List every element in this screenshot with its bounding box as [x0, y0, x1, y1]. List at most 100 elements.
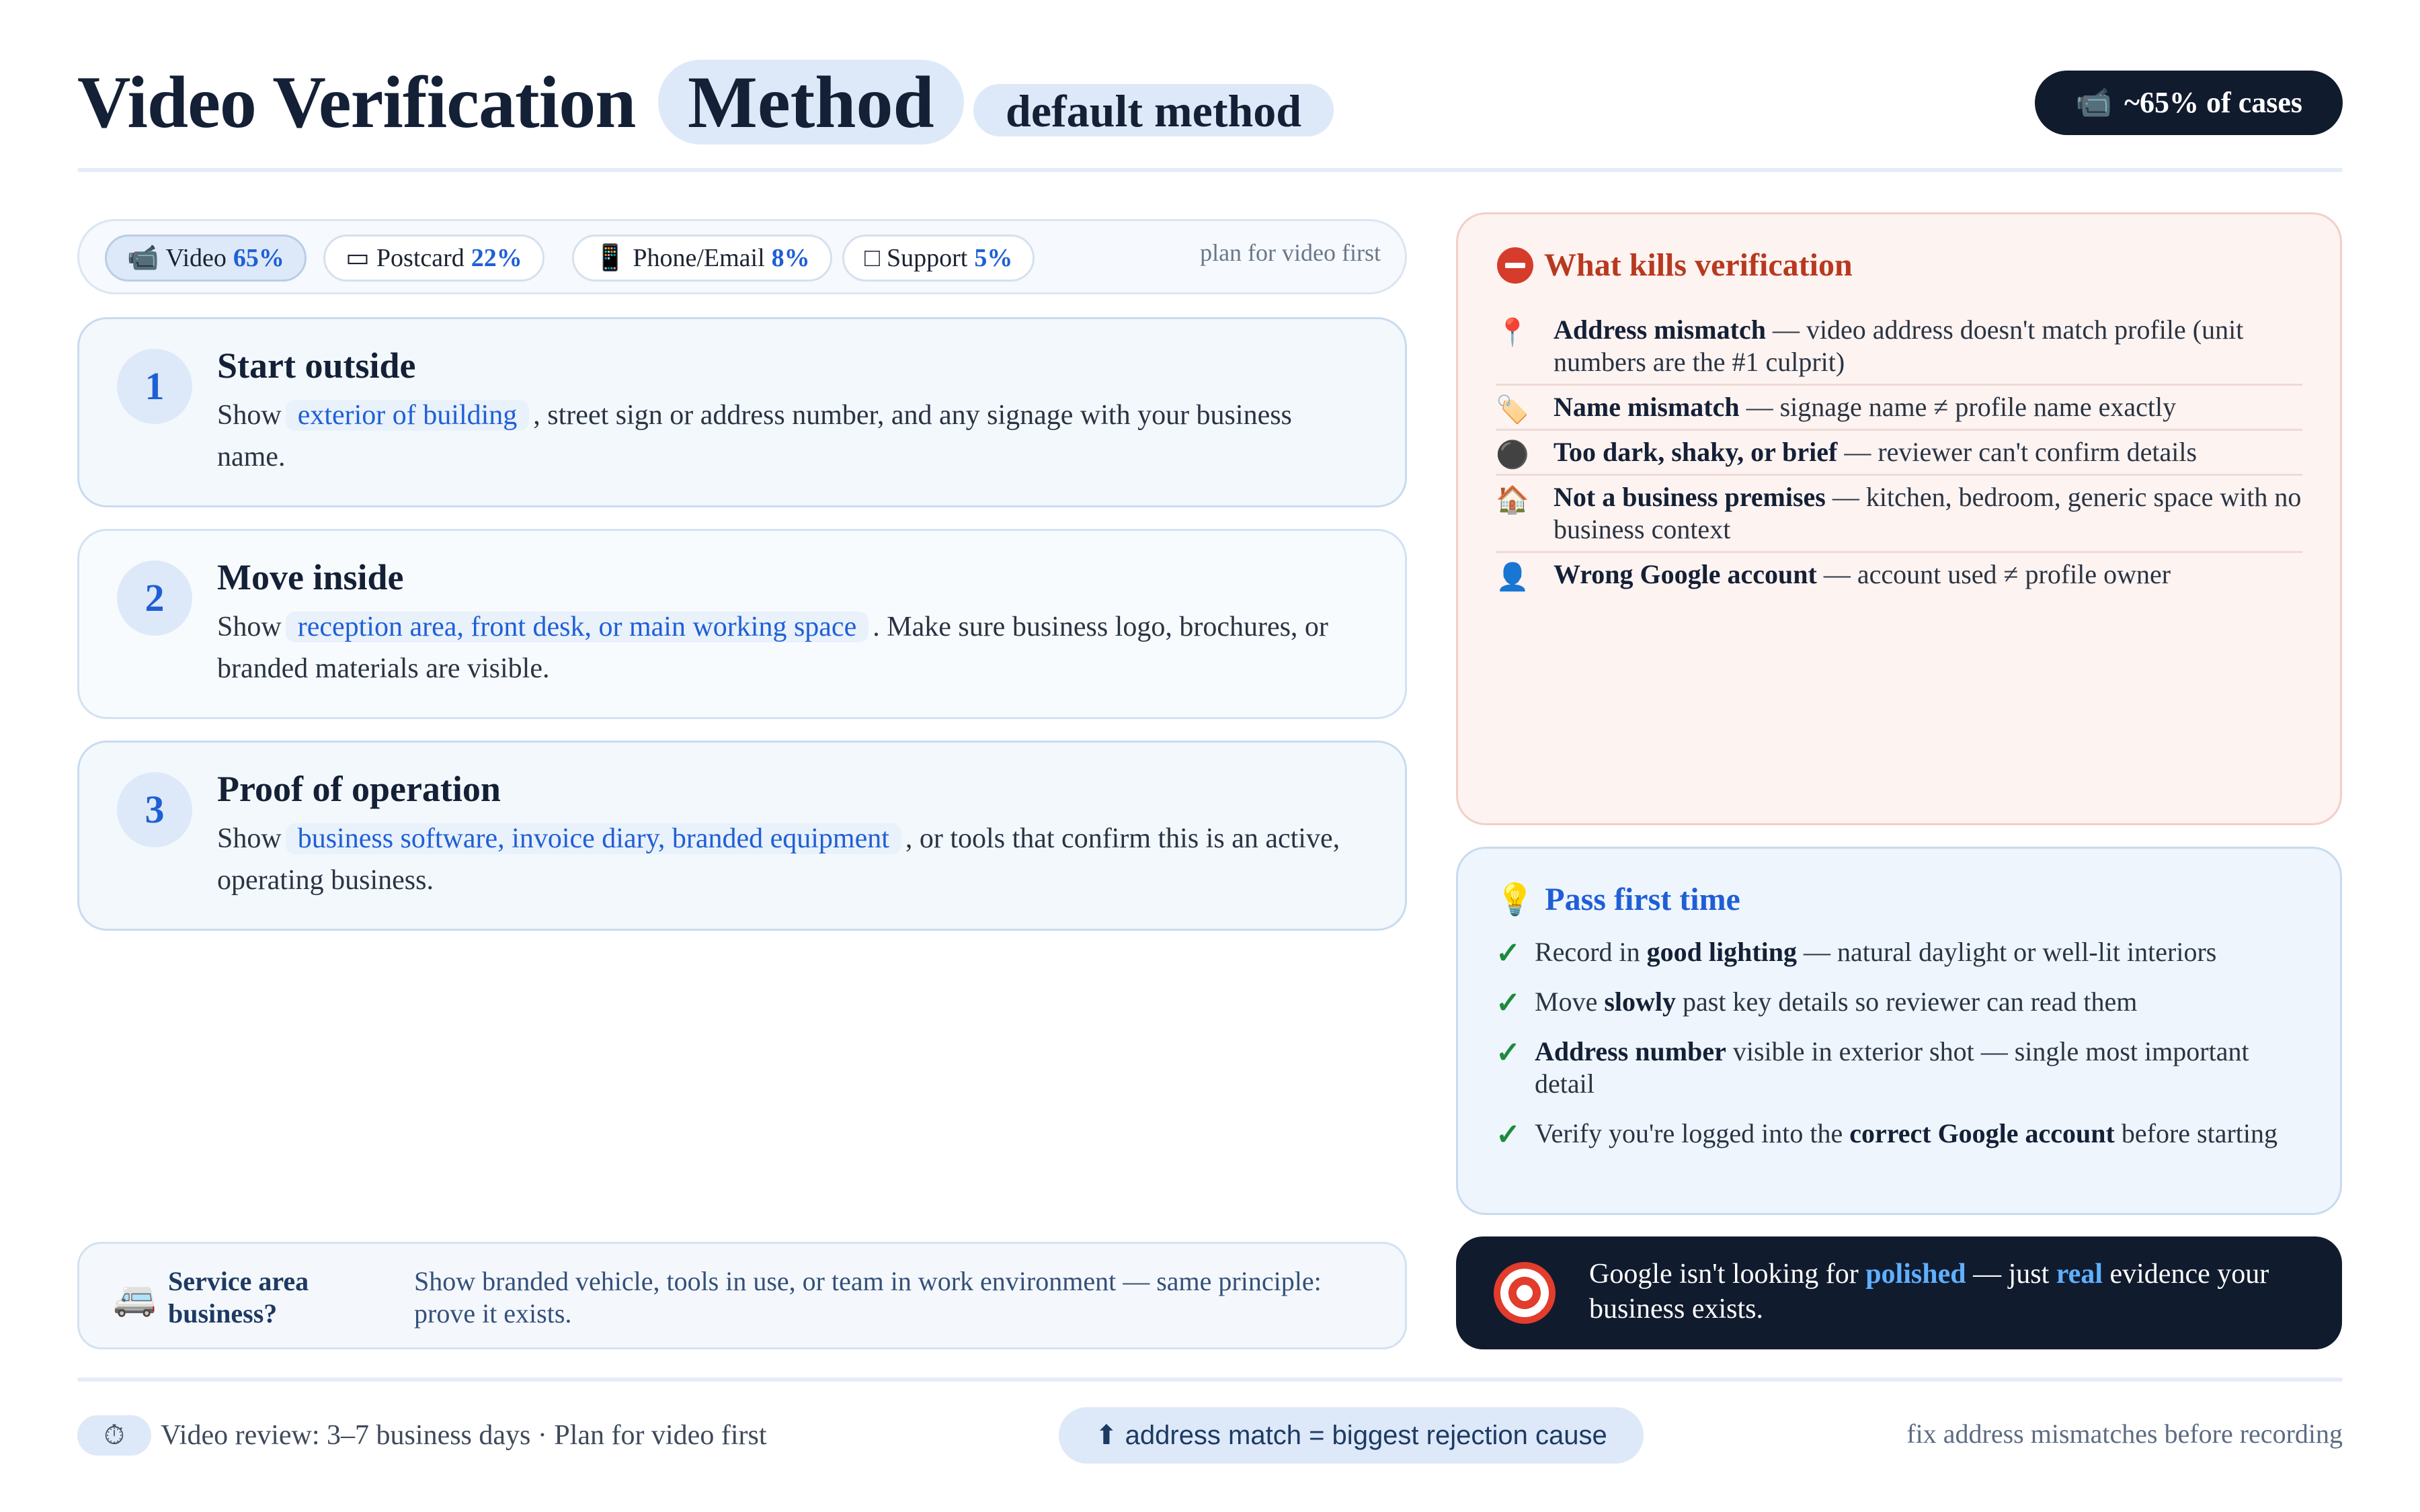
step-title: Start outside [217, 345, 416, 386]
method-tabs: 📹 Video 65% ▭ Postcard 22% 📱 Phone/Email… [77, 219, 1407, 294]
video-camera-icon: 📹 [2075, 86, 2113, 119]
video-icon: 📹 [127, 244, 159, 272]
pass-item-bold: slowly [1604, 986, 1677, 1017]
tabs-hint: plan for video first [1200, 239, 1381, 266]
list-item: 📍 Address mismatch — video address doesn… [1496, 308, 2302, 386]
tab-percent: 65% [233, 244, 284, 272]
step-highlight: business software, invoice diary, brande… [285, 823, 901, 854]
step-body: Show business software, invoice diary, br… [217, 818, 1351, 901]
step-card: 3 Proof of operation Show business softwa… [77, 741, 1407, 931]
page: Video Verification Method default method… [0, 0, 2420, 1512]
list-item: ✓ Record in good lighting — natural dayl… [1496, 936, 2300, 970]
tab-label: Video [165, 244, 227, 272]
step-number: 3 [117, 772, 192, 847]
step-card: 2 Move inside Show reception area, front … [77, 529, 1407, 719]
kills-header: What kills verification [1497, 247, 1853, 284]
kill-item-bold: Too dark, shaky, or brief [1554, 437, 1838, 467]
kill-item-bold: Not a business premises [1554, 482, 1826, 512]
tab-percent: 5% [974, 244, 1013, 272]
step-number: 1 [117, 349, 192, 424]
footer-tip: fix address mismatches before recording [1906, 1419, 2343, 1449]
header: Video Verification Method default method… [77, 57, 2343, 148]
default-method-badge: default method [973, 84, 1334, 136]
van-icon: 🚐 [113, 1279, 157, 1318]
list-item: ⚫ Too dark, shaky, or brief — reviewer c… [1496, 431, 2302, 476]
pass-item-bold: good lighting [1646, 937, 1798, 967]
quote-emphasis: real [2056, 1259, 2103, 1290]
step-body: Show exterior of building, street sign or… [217, 394, 1351, 478]
header-divider [77, 168, 2343, 172]
check-icon: ✓ [1496, 1036, 1521, 1069]
footer-divider [77, 1378, 2343, 1382]
step-highlight: reception area, front desk, or main work… [285, 612, 869, 642]
pass-title: Pass first time [1545, 882, 1740, 917]
footer-rejection-badge: ⬆ address match = biggest rejection caus… [1059, 1407, 1644, 1464]
step-body-lead: Show [217, 823, 282, 854]
postcard-icon: ▭ [346, 244, 370, 272]
footer-review-time: ⏱ Video review: 3–7 business days · Plan… [77, 1415, 766, 1456]
pass-item-rest: before starting [2114, 1118, 2278, 1148]
support-icon: □ [864, 244, 880, 272]
kill-item-text: — account used ≠ profile owner [1816, 559, 2171, 589]
quote-text: Google isn't looking for polished — just… [1589, 1257, 2302, 1327]
pass-panel: 💡 Pass first time ✓ Record in good light… [1456, 847, 2342, 1215]
page-title: Video Verification [77, 61, 636, 143]
pass-item-lead: Move [1535, 986, 1605, 1017]
step-title: Proof of operation [217, 769, 501, 809]
step-highlight: exterior of building [285, 400, 530, 431]
check-icon: ✓ [1496, 986, 1521, 1019]
tab-postcard[interactable]: ▭ Postcard 22% [323, 235, 544, 282]
tab-video[interactable]: 📹 Video 65% [105, 235, 307, 282]
step-body-lead: Show [217, 400, 282, 431]
tab-label: Phone/Email [633, 244, 765, 272]
list-item: ✓ Address number visible in exterior sho… [1496, 1036, 2300, 1100]
kill-item-bold: Wrong Google account [1554, 559, 1817, 589]
pass-header: 💡 Pass first time [1496, 881, 1740, 918]
kill-item-bold: Name mismatch [1554, 392, 1740, 422]
quote-banner: Google isn't looking for polished — just… [1456, 1236, 2342, 1349]
check-icon: ✓ [1496, 1118, 1521, 1151]
tab-percent: 22% [471, 244, 522, 272]
list-item: ✓ Verify you're logged into the correct … [1496, 1118, 2300, 1151]
no-entry-icon [1497, 247, 1533, 284]
lightbulb-icon: 💡 [1496, 882, 1535, 917]
tab-label: Support [886, 244, 968, 272]
phone-icon: 📱 [594, 244, 627, 272]
step-title: Move inside [217, 557, 404, 597]
pass-item-lead: Verify you're logged into the [1535, 1118, 1850, 1148]
quote-part: Google isn't looking for [1589, 1259, 1866, 1290]
title-pill: Method [658, 60, 964, 144]
pass-item-rest: past key details so reviewer can read th… [1676, 986, 2138, 1017]
step-body-lead: Show [217, 612, 282, 642]
quote-emphasis: polished [1865, 1259, 1966, 1290]
kills-title: What kills verification [1544, 247, 1853, 283]
list-item: 🏠 Not a business premises — kitchen, bed… [1496, 476, 2302, 553]
check-icon: ✓ [1496, 937, 1521, 970]
pass-item-rest: — natural daylight or well-lit interiors [1797, 937, 2217, 967]
tab-phone-email[interactable]: 📱 Phone/Email 8% [572, 235, 832, 282]
tab-support[interactable]: □ Support 5% [842, 235, 1035, 282]
user-icon: 👤 [1496, 562, 1529, 592]
target-icon [1494, 1262, 1556, 1324]
kill-item-text: — reviewer can't confirm details [1837, 437, 2197, 467]
list-item: 🏷️ Name mismatch — signage name ≠ profil… [1496, 386, 2302, 431]
service-area-text: Show branded vehicle, tools in use, or t… [414, 1266, 1322, 1329]
stopwatch-icon: ⏱ [77, 1415, 151, 1456]
pin-icon: 📍 [1496, 317, 1529, 347]
tag-icon: 🏷️ [1496, 394, 1529, 425]
step-card: 1 Start outside Show exterior of building… [77, 317, 1407, 507]
step-number: 2 [117, 560, 192, 636]
list-item: 👤 Wrong Google account — account used ≠ … [1496, 553, 2302, 596]
footer-left-text: Video review: 3–7 business days · Plan f… [161, 1420, 767, 1451]
pass-list: ✓ Record in good lighting — natural dayl… [1496, 936, 2300, 1167]
kills-panel: What kills verification 📍 Address mismat… [1456, 212, 2342, 825]
kill-item-bold: Address mismatch [1554, 314, 1766, 345]
pass-item-bold: correct Google account [1849, 1118, 2115, 1148]
step-body: Show reception area, front desk, or main … [217, 606, 1351, 689]
quote-part: — just [1966, 1259, 2056, 1290]
kill-item-text: — signage name ≠ profile name exactly [1739, 392, 2177, 422]
tab-label: Postcard [376, 244, 465, 272]
dark-circle-icon: ⚫ [1496, 439, 1529, 470]
tab-percent: 8% [771, 244, 810, 272]
service-area-title: Service area business? [168, 1266, 309, 1329]
